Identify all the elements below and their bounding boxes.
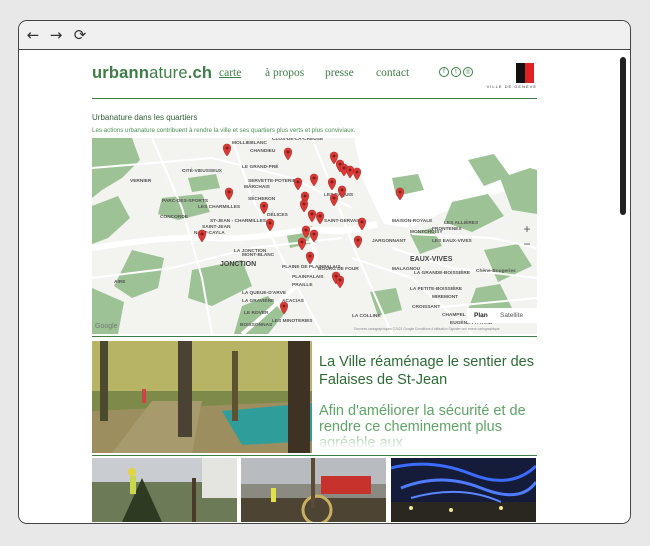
thumbnail-1[interactable] <box>92 458 237 522</box>
zoom-out-button[interactable]: − <box>521 237 533 251</box>
browser-toolbar: ← → ⟳ <box>19 21 630 50</box>
article-image[interactable] <box>92 341 312 453</box>
nav-contact[interactable]: contact <box>376 67 409 79</box>
map-label: LE ROVER <box>244 310 269 316</box>
map-label: PLAINPALAIS <box>292 274 324 280</box>
section-intro: Les actions urbanature contribuent à ren… <box>92 127 356 134</box>
map-label: PRAILLE <box>292 282 313 288</box>
map[interactable]: MONT-BLANC ST-JEAN - CHARMILLES PLAINPALAI… <box>92 138 537 334</box>
map-label: MOLLIEBLANC <box>232 140 267 146</box>
map-label: MÂRCHAIS <box>244 183 271 190</box>
map-label: CLOS-DE-LA-CREUSE <box>272 138 324 142</box>
map-label: MIREMONT <box>432 294 458 300</box>
map-label: LA JONCTION <box>234 248 267 254</box>
map-label: SERVETTE-POTERIE <box>248 178 297 184</box>
facebook-icon[interactable]: f <box>439 67 449 77</box>
article-divider <box>92 455 537 456</box>
nav-a-propos[interactable]: à propos <box>265 67 304 79</box>
thumbnail-3[interactable] <box>391 458 536 522</box>
map-label: JARGONNANT <box>372 238 406 244</box>
map-type-satellite[interactable]: Satellite <box>500 312 523 319</box>
forward-arrow-icon[interactable]: → <box>47 26 65 44</box>
map-label: CHAMPEL <box>442 312 466 318</box>
section-title: Urbanature dans les quartiers <box>92 113 198 122</box>
map-label: VERNIER <box>130 178 152 184</box>
map-label: AIRE <box>114 279 126 285</box>
nav-presse[interactable]: presse <box>325 67 354 79</box>
nav-carte[interactable]: carte <box>219 67 241 79</box>
ville-de-geneve-logo[interactable]: VILLE DE GENÈVE <box>485 63 537 93</box>
map-label: JONCTION <box>220 261 256 268</box>
map-divider <box>92 336 537 337</box>
map-label: CONCORDE <box>160 214 189 220</box>
site-logo[interactable]: urbannature.ch <box>92 64 212 83</box>
map-label: SAINT-GERVAIS <box>324 218 362 224</box>
map-label: BOISSONNAS <box>240 322 273 328</box>
ville-text: VILLE DE GENÈVE <box>486 84 537 89</box>
back-arrow-icon[interactable]: ← <box>24 26 42 44</box>
map-credit[interactable]: Données cartographiques ©2021 Google Con… <box>354 327 500 331</box>
map-label: SAINT-JEAN <box>202 224 231 230</box>
map-canvas[interactable]: MONT-BLANCST-JEAN - CHARMILLESPLAINPALAI… <box>92 138 537 334</box>
map-label: Chêne-Bougeries <box>476 268 516 274</box>
map-label: MAISON-ROYALE <box>392 218 433 224</box>
map-label: FRONTENEX <box>432 226 462 232</box>
map-label: LES EAUX-VIVES <box>432 238 473 244</box>
google-logo: Google <box>95 323 118 330</box>
thumbnail-2[interactable] <box>241 458 386 522</box>
map-label: MALAGNOU <box>392 266 421 272</box>
scrollbar-thumb[interactable] <box>620 57 626 215</box>
geneva-crest-icon <box>516 63 534 83</box>
map-type-control: Plan Satellite <box>467 308 537 323</box>
header-divider <box>92 98 537 99</box>
twitter-icon[interactable]: t <box>451 67 461 77</box>
article-title[interactable]: La Ville réaménage le sentier des Falais… <box>319 353 535 389</box>
map-label: ST-JEAN - CHARMILLES <box>210 218 267 224</box>
map-label: LES CHARMILLES <box>198 204 241 210</box>
map-label: CROISSANT <box>412 304 440 310</box>
map-label: LA COLLINE <box>352 313 381 319</box>
map-label: CHANDIEU <box>250 148 276 154</box>
map-label: PARC-DES-SPORTS <box>162 198 209 204</box>
reload-icon[interactable]: ⟳ <box>71 26 89 44</box>
zoom-in-button[interactable]: + <box>521 222 533 236</box>
map-label: LA QUEUE-D'ARVE <box>242 290 287 296</box>
text-fade <box>319 429 539 455</box>
map-label: LES MINOTERIES <box>272 318 313 324</box>
map-label: EAUX-VIVES <box>410 256 453 263</box>
map-label: BOURG DE FOUR <box>318 266 359 272</box>
page-viewport: urbannature.ch carte à propos presse con… <box>19 51 617 523</box>
browser-window: ← → ⟳ urbannature.ch carte à propos pres… <box>18 20 631 524</box>
instagram-icon[interactable]: ◎ <box>463 67 473 77</box>
map-type-plan[interactable]: Plan <box>474 312 488 319</box>
